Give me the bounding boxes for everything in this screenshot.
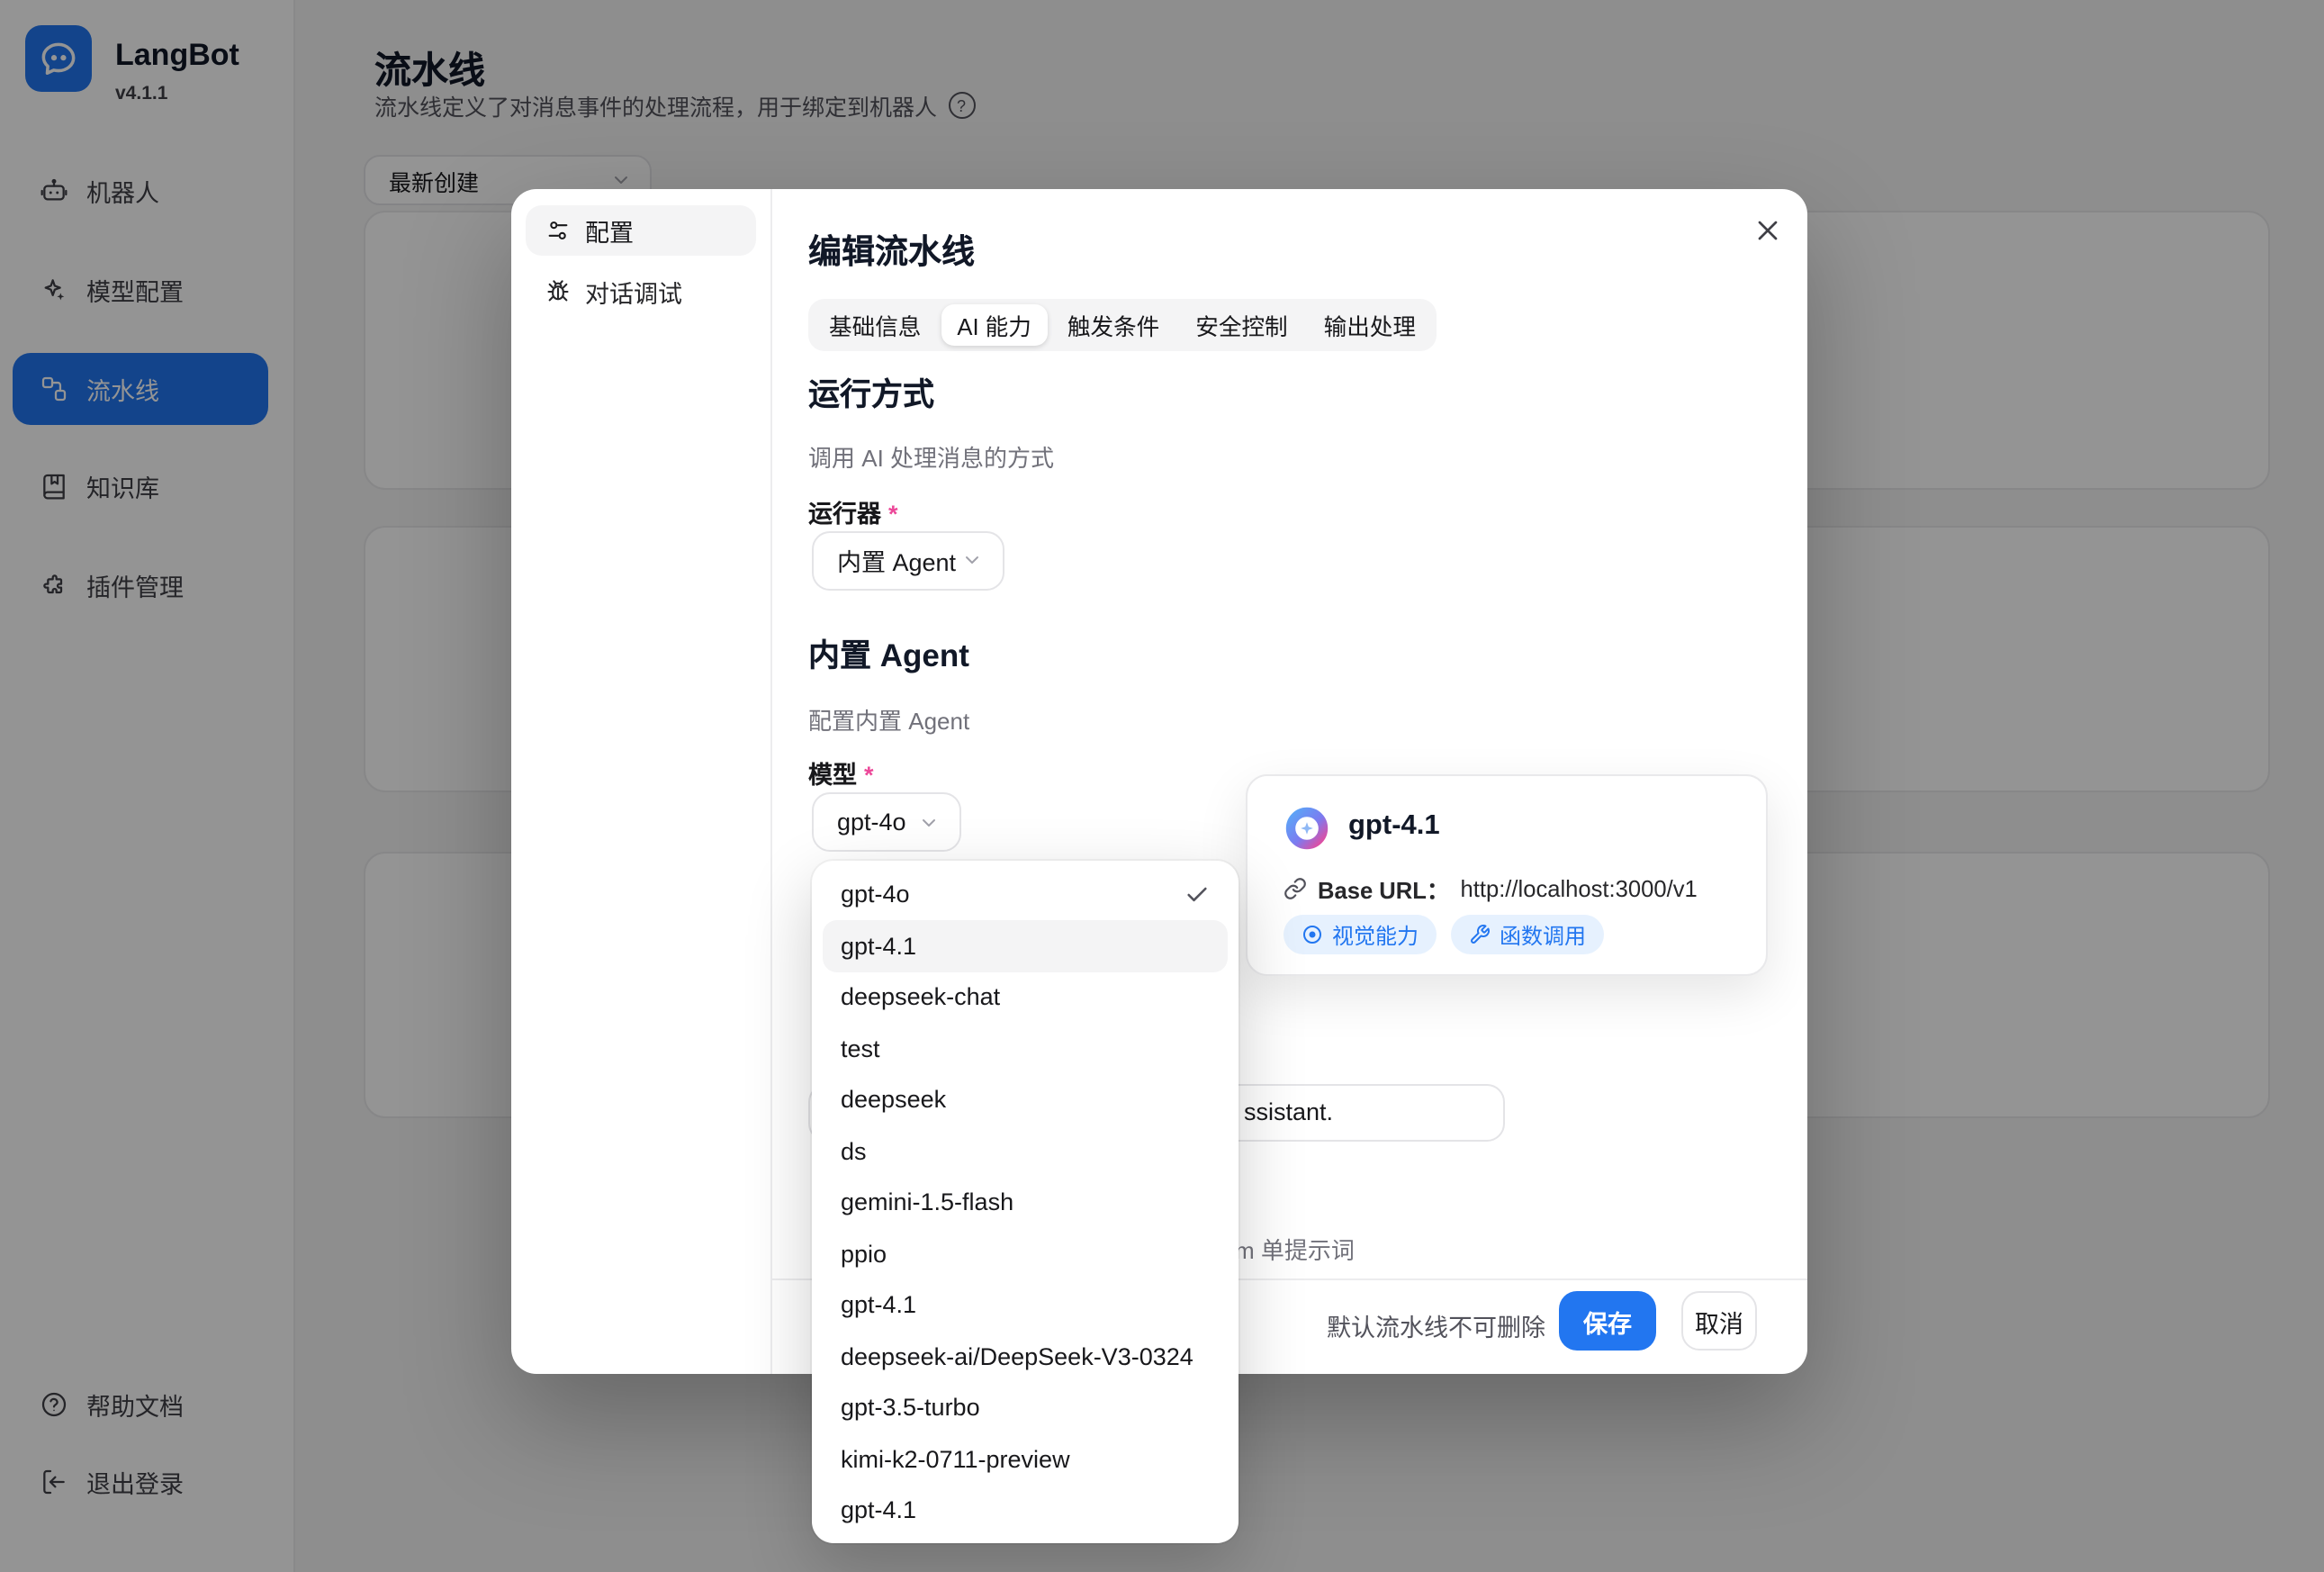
runner-select[interactable]: 内置 Agent xyxy=(812,530,1004,590)
model-name: gpt-4.1 xyxy=(1348,810,1440,843)
section-desc-agent: 配置内置 Agent xyxy=(808,702,969,736)
dropdown-option[interactable]: ppio xyxy=(823,1228,1228,1279)
required-mark: * xyxy=(864,762,874,789)
link-icon xyxy=(1284,877,1307,900)
required-mark: * xyxy=(888,500,898,527)
dropdown-option[interactable]: kimi-k2-0711-preview xyxy=(823,1433,1228,1485)
modal-nav-config[interactable]: 配置 xyxy=(526,204,756,255)
model-select[interactable]: gpt-4o xyxy=(812,792,961,852)
bug-icon xyxy=(545,279,571,304)
function-call-badge: 函数调用 xyxy=(1451,915,1604,954)
dropdown-option[interactable]: gpt-4o xyxy=(823,869,1228,920)
model-info-card: gpt-4.1 Base URL： http://localhost:3000/… xyxy=(1246,774,1768,976)
dropdown-option[interactable]: test xyxy=(823,1023,1228,1074)
dropdown-option[interactable]: deepseek-chat xyxy=(823,971,1228,1023)
section-heading-agent: 内置 Agent xyxy=(808,632,969,677)
tab-output-processing[interactable]: 输出处理 xyxy=(1308,303,1432,346)
model-dropdown: gpt-4o gpt-4.1 deepseek-chat test deepse… xyxy=(812,860,1239,1542)
app-root: LangBot v4.1.1 机器人 模型配置 流水线 知识库 插件管理 帮助文… xyxy=(0,0,2324,1572)
dropdown-option[interactable]: deepseek-ai/DeepSeek-V3-0324 xyxy=(823,1331,1228,1382)
dropdown-option[interactable]: gemini-1.5-flash xyxy=(823,1177,1228,1228)
sliders-icon xyxy=(545,217,571,242)
dropdown-option[interactable]: ds xyxy=(823,1125,1228,1177)
tab-security-control[interactable]: 安全控制 xyxy=(1179,303,1303,346)
tab-basic-info[interactable]: 基础信息 xyxy=(813,303,937,346)
model-label: 模型* xyxy=(808,754,874,791)
model-provider-icon xyxy=(1284,805,1330,852)
dropdown-option[interactable]: deepseek xyxy=(823,1074,1228,1125)
close-icon[interactable] xyxy=(1752,214,1784,247)
runner-label: 运行器* xyxy=(808,492,898,529)
tab-trigger-conditions[interactable]: 触发条件 xyxy=(1051,303,1176,346)
modal-side-nav: 配置 对话调试 xyxy=(511,189,772,1374)
eye-icon xyxy=(1302,924,1323,945)
model-capability-badges: 视觉能力 函数调用 xyxy=(1284,915,1604,954)
dropdown-option[interactable]: gpt-4.1 xyxy=(823,1485,1228,1536)
wrench-icon xyxy=(1469,924,1491,945)
modal-nav-chat-debug[interactable]: 对话调试 xyxy=(526,267,756,317)
vision-badge: 视觉能力 xyxy=(1284,915,1437,954)
dropdown-option[interactable]: gpt-4.1 xyxy=(823,920,1228,971)
chevron-down-icon xyxy=(918,811,940,833)
modal-title: 编辑流水线 xyxy=(808,227,975,274)
prompt-input-value: ssistant. xyxy=(1244,1098,1333,1125)
footer-note: 默认流水线不可删除 xyxy=(1327,1307,1545,1343)
check-icon xyxy=(1185,882,1210,908)
section-desc-run-mode: 调用 AI 处理消息的方式 xyxy=(808,439,1054,474)
prompt-helper-text: m 单提示词 xyxy=(1235,1232,1355,1266)
chevron-down-icon xyxy=(961,549,983,571)
cancel-button[interactable]: 取消 xyxy=(1681,1291,1757,1351)
dropdown-option[interactable]: gpt-3.5-turbo xyxy=(823,1382,1228,1433)
dropdown-option[interactable]: gpt-4.1 xyxy=(823,1279,1228,1331)
model-base-url: Base URL： http://localhost:3000/v1 xyxy=(1284,872,1698,906)
tab-ai-capability[interactable]: AI 能力 xyxy=(941,303,1048,346)
save-button[interactable]: 保存 xyxy=(1559,1291,1656,1351)
modal-tabs: 基础信息 AI 能力 触发条件 安全控制 输出处理 xyxy=(808,299,1437,350)
section-heading-run-mode: 运行方式 xyxy=(808,371,934,416)
